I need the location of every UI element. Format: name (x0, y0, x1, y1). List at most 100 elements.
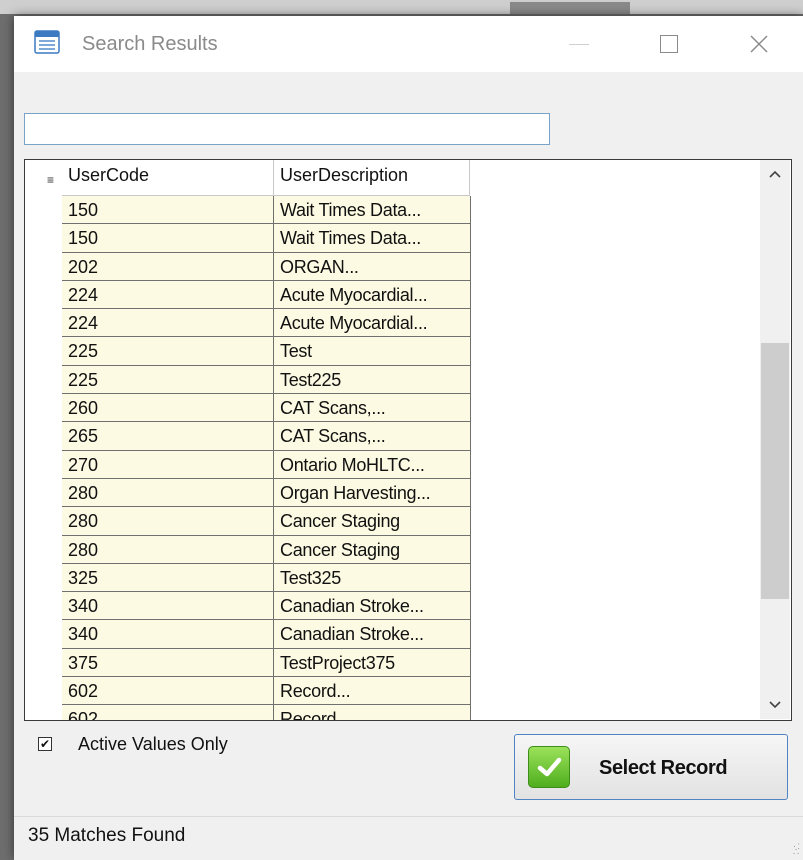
active-values-only-option[interactable]: ✔ Active Values Only (38, 732, 228, 756)
userdescription-cell[interactable]: Canadian Stroke... (274, 592, 471, 621)
results-grid[interactable]: ≡ UserCode UserDescription 150 Wait Times… (24, 159, 792, 721)
usercode-cell[interactable]: 224 (62, 280, 274, 310)
userdescription-cell[interactable]: Test225 (274, 365, 471, 395)
close-button[interactable] (736, 24, 782, 64)
table-row[interactable]: 602 Record... (25, 705, 471, 720)
usercode-cell[interactable]: 602 (62, 705, 274, 720)
table-row[interactable]: 280 Cancer Staging (25, 507, 471, 536)
row-header[interactable] (25, 592, 62, 621)
grid-corner-header[interactable]: ≡ (25, 160, 62, 196)
table-row[interactable]: 280 Cancer Staging (25, 535, 471, 564)
table-row[interactable]: 340 Canadian Stroke... (25, 620, 471, 649)
row-header[interactable] (25, 677, 62, 706)
maximize-button[interactable] (646, 24, 692, 64)
usercode-cell[interactable]: 150 (62, 196, 274, 225)
table-row[interactable]: 150 Wait Times Data... (25, 196, 471, 225)
green-check-icon (528, 746, 570, 788)
active-values-only-checkbox[interactable]: ✔ (38, 737, 52, 751)
row-header[interactable] (25, 252, 62, 281)
status-bar: 35 Matches Found ·: ∴ (14, 816, 803, 860)
search-results-window: Search Results ≡ UserCode UserDescriptio… (14, 16, 803, 860)
userdescription-cell[interactable]: TestProject375 (274, 648, 471, 678)
vertical-scrollbar[interactable] (760, 160, 790, 719)
table-row[interactable]: 224 Acute Myocardial... (25, 280, 471, 310)
usercode-cell[interactable]: 150 (62, 224, 274, 253)
scroll-up-button[interactable] (760, 160, 790, 188)
row-header[interactable] (25, 196, 62, 225)
userdescription-cell[interactable]: Acute Myocardial... (274, 309, 471, 338)
column-header-usercode[interactable]: UserCode (62, 160, 274, 196)
usercode-cell[interactable]: 375 (62, 648, 274, 678)
title-bar[interactable]: Search Results (14, 16, 803, 72)
userdescription-cell[interactable]: CAT Scans,... (274, 394, 471, 423)
usercode-cell[interactable]: 280 (62, 507, 274, 536)
usercode-cell[interactable]: 225 (62, 365, 274, 395)
minimize-button[interactable] (556, 24, 602, 64)
usercode-cell[interactable]: 280 (62, 535, 274, 564)
table-row[interactable]: 225 Test225 (25, 365, 471, 395)
row-header[interactable] (25, 309, 62, 338)
row-header[interactable] (25, 620, 62, 649)
table-row[interactable]: 340 Canadian Stroke... (25, 592, 471, 621)
row-header[interactable] (25, 705, 62, 720)
usercode-cell[interactable]: 340 (62, 592, 274, 621)
userdescription-cell[interactable]: Cancer Staging (274, 535, 471, 564)
userdescription-cell[interactable]: CAT Scans,... (274, 422, 471, 451)
userdescription-cell[interactable]: Record... (274, 705, 471, 720)
usercode-cell[interactable]: 280 (62, 478, 274, 508)
usercode-cell[interactable]: 270 (62, 450, 274, 479)
table-row[interactable]: 375 TestProject375 (25, 648, 471, 678)
scroll-thumb[interactable] (761, 343, 789, 599)
usercode-cell[interactable]: 202 (62, 252, 274, 281)
row-header[interactable] (25, 507, 62, 536)
column-header-userdescription[interactable]: UserDescription (274, 160, 470, 196)
userdescription-cell[interactable]: Wait Times Data... (274, 196, 471, 225)
row-header[interactable] (25, 422, 62, 451)
userdescription-cell[interactable]: ORGAN... (274, 252, 471, 281)
table-row[interactable]: 202 ORGAN... (25, 252, 471, 281)
usercode-cell[interactable]: 325 (62, 563, 274, 593)
userdescription-cell[interactable]: Ontario MoHLTC... (274, 450, 471, 479)
table-row[interactable]: 150 Wait Times Data... (25, 224, 471, 253)
grid-rows: 150 Wait Times Data... 150 Wait Times Data.… (25, 196, 471, 720)
userdescription-cell[interactable]: Cancer Staging (274, 507, 471, 536)
usercode-cell[interactable]: 225 (62, 337, 274, 366)
userdescription-cell[interactable]: Canadian Stroke... (274, 620, 471, 649)
close-icon (750, 35, 768, 53)
table-row[interactable]: 265 CAT Scans,... (25, 422, 471, 451)
row-header[interactable] (25, 563, 62, 593)
row-header[interactable] (25, 450, 62, 479)
table-row[interactable]: 280 Organ Harvesting... (25, 478, 471, 508)
table-row[interactable]: 270 Ontario MoHLTC... (25, 450, 471, 479)
row-header[interactable] (25, 337, 62, 366)
chevron-down-icon (769, 701, 781, 709)
userdescription-cell[interactable]: Wait Times Data... (274, 224, 471, 253)
usercode-cell[interactable]: 265 (62, 422, 274, 451)
usercode-cell[interactable]: 340 (62, 620, 274, 649)
row-header[interactable] (25, 224, 62, 253)
usercode-cell[interactable]: 602 (62, 677, 274, 706)
userdescription-cell[interactable]: Acute Myocardial... (274, 280, 471, 310)
row-header[interactable] (25, 280, 62, 310)
search-input[interactable] (24, 113, 550, 145)
usercode-cell[interactable]: 260 (62, 394, 274, 423)
row-header[interactable] (25, 365, 62, 395)
scroll-down-button[interactable] (760, 691, 790, 719)
userdescription-cell[interactable]: Organ Harvesting... (274, 478, 471, 508)
row-header[interactable] (25, 535, 62, 564)
table-row[interactable]: 224 Acute Myocardial... (25, 309, 471, 338)
select-record-button[interactable]: Select Record (514, 734, 788, 800)
userdescription-cell[interactable]: Test325 (274, 563, 471, 593)
userdescription-cell[interactable]: Record... (274, 677, 471, 706)
row-header[interactable] (25, 394, 62, 423)
table-row[interactable]: 602 Record... (25, 677, 471, 706)
table-row[interactable]: 225 Test (25, 337, 471, 366)
table-row[interactable]: 325 Test325 (25, 563, 471, 593)
usercode-cell[interactable]: 224 (62, 309, 274, 338)
table-row[interactable]: 260 CAT Scans,... (25, 394, 471, 423)
row-header[interactable] (25, 478, 62, 508)
resize-grip-icon[interactable]: ·: ∴ (793, 842, 801, 858)
column-chooser-icon: ≡ (47, 173, 55, 187)
userdescription-cell[interactable]: Test (274, 337, 471, 366)
row-header[interactable] (25, 648, 62, 678)
